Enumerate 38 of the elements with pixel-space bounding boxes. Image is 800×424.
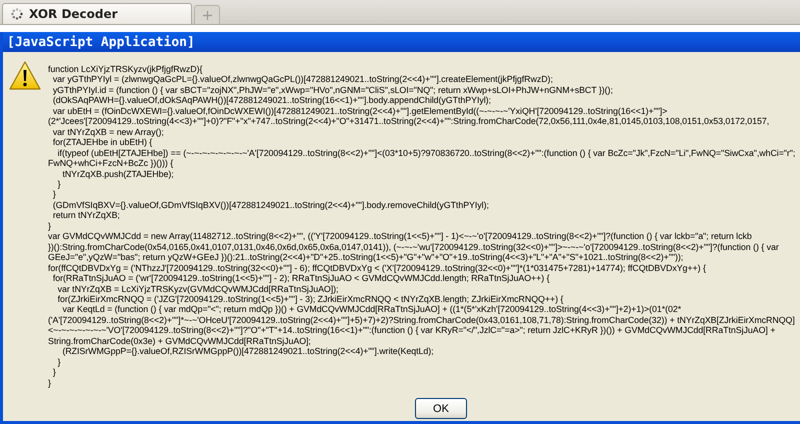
code-line: } (48, 378, 51, 388)
code-line: })():String.fromCharCode(0x54,0165,0x41,0107,0131,0x46,0x6d,0x65,0x6a,0147,0141)), (~-~-~'wu'[720094129..toString(32<<0)+""]>~-~-~'o'[720094129..toString(8<<2)+""]?(function () { var (48, 242, 779, 252)
code-line: } (52, 189, 56, 200)
code-line: var tNYrZqXB = new Array(); (52, 126, 164, 138)
dialog-title: [JavaScript Application] (3, 32, 800, 52)
code-line: var tNYrZqXB = LcXiYjzTRSKyzv(GVMdCQvWMJCdd[RRaTtnSjJuAO]); (56, 284, 338, 294)
code-line: } (56, 356, 61, 368)
code-line: var ubEtH = (fOinDcWXEWI={}.valueOf,fOinDcWXEWI())[472881249021..toString(2<<4)+""].getElementById((~-~-~-~'YxiQH'[720094129..toString(16<<1)+""]> (52, 106, 668, 116)
code-line: (dOkSAqPAWH={}.valueOf,dOkSAqPAWH())[472881249021..toString(16<<1)+""].body.appendChild(yGTthPYIyl); (52, 95, 491, 106)
warning-icon (9, 61, 41, 91)
browser-tab[interactable]: XOR Decoder (2, 3, 192, 24)
code-line: if(typeof (ubEtH[ZTAJEHbe]) == (~-~-~-~-~-~-~-~'A'[720094129..toString(8<<2)+""]<(03*10+5)?970836720..toString(8<<2)+"":(function () { var BcZc="Jk",FzcN="Li",FwNQ="SiwCxa",whCi="r"; (56, 148, 796, 158)
code-line: ('A'[720094129..toString(8<<2)+""]*~-~'OHceU'[720094129..toString(2<<4)+""]+5)+7)+2)?String.fromCharCode(0x43,0161,108,71,78):String.fromCharCode(32)) + tNYrZqXB[ZJrkiEirXmcRNQQ] (48, 314, 795, 326)
code-line: (GDmVfSIqBXV={}.valueOf,GDmVfSIqBXV())[472881249021..toString(2<<4)+""].body.removeChild(yGTthPYIyl); (52, 200, 489, 210)
code-line: var GVMdCQvWMJCdd = new Array(11482712..toString(8<<2)+"", (('Y'[720094129..toString(1<<5)+""] - 1)<~-~'o'[720094129..toString(8<<2)+""]?(function () { var lckb="a"; return lckb (48, 231, 752, 242)
ok-button[interactable]: OK (415, 398, 467, 420)
code-line: } (56, 178, 61, 190)
code-line: var KeqtLd = (function () { var mdQp="<"; return mdQp })() + GVMdCQvWMJCdd[RRaTtnSjJuAO] + ((1*(5*'xKzh'[720094129..toString(4<<3)+""]+2)+1)>(01*(02* (61, 304, 682, 315)
code-line: } (48, 220, 51, 232)
code-line: for(ZJrkiEirXmcRNQQ = ('JZG'[720094129..toString(1<<5)+""] - 3); ZJrkiEirXmcRNQQ < tNYrZqXB.length; ZJrkiEirXmcRNQQ++) { (56, 294, 564, 304)
new-tab-button[interactable] (194, 5, 220, 24)
code-line: (2*'Jcees'[720094129..toString(4<<3)+""]+0)?"F"+"x"+747..toString(2<<4)+"O"+31471..toString(2<<4)+"":String.fromCharCode(72,0x56,111,0x4e,81,0145,0103,108,0151,0x53,0172,0157, (48, 116, 770, 127)
code-line: var yGTthPYIyl = (zlwnwgQaGcPL={}.valueOf,zlwnwgQaGcPL())[472881249021..toString(2<<4)+""].createElement(jkPfjgfRwzD); (52, 74, 553, 85)
code-line: for(RRaTtnSjJuAO = ('wr'[720094129..toString(1<<5)+""] - 2); RRaTtnSjJuAO < GVMdCQvWMJCdd.length; RRaTtnSjJuAO++) { (52, 273, 550, 284)
code-line: } (52, 367, 56, 378)
code-line: GEeJ="e",yQzW="bas"; return yQzW+GEeJ })():21..toString(2<<4)+"D"+25..toString(1<<5)+"G"+"w"+"O"+19..toString(4<<3)+"L"+"A"+"S"+1021..toString(8<<2)+"")); (48, 252, 684, 263)
code-line: function LcXiYjzTRSKyzv(jkPfjgfRwzD){ (48, 64, 202, 74)
plus-icon (202, 10, 212, 20)
code-line: for(ZTAJEHbe in ubEtH) { (52, 137, 152, 148)
code-line: for(ffCQtDBVDxYg = ('NThzzJ'[720094129..toString(32<<0)+""] - 6); ffCQtDBVDxYg < ('X'[720094129..toString(32<<0)+""]*(1*031475+7281)+14774); ffCQtDBVDxYg++) { (48, 262, 706, 274)
code-line: FwNQ+whCi+FzcN+BcZc })())) { (48, 158, 174, 169)
code-line: (RZISrWMGppP={}.valueOf,RZISrWMGppP())[472881249021..toString(2<<4)+""].write(KeqtLd); (61, 346, 434, 357)
code-line: yGTthPYIyl.id = (function () { var sBCT="zojNX",PhJW="e",xWwp="HVo",nGNM="CliS",sLOI="NQ"; return xWwp+sLOI+PhJW+nGNM+sBCT })(); (52, 84, 613, 96)
loading-spinner-icon (11, 8, 23, 20)
code-line: tNYrZqXB.push(ZTAJEHbe); (61, 168, 174, 179)
code-line: return tNYrZqXB; (52, 210, 120, 221)
code-line: <~-~-~-~-~-~-~'VO'[720094129..toString(8<<2)+""]?"O"+"T"+14..toString(16<<1)+"":(function () { var KRyR="</",JzlC="=a>"; return JzlC+KRyR })()) + GVMdCQvWMJCdd[RRaTtnSjJuAO] + (48, 325, 776, 336)
code-line: String.fromCharCode(0x3e) + GVMdCQvWMJCdd[RRaTtnSjJuAO]; (48, 336, 311, 346)
